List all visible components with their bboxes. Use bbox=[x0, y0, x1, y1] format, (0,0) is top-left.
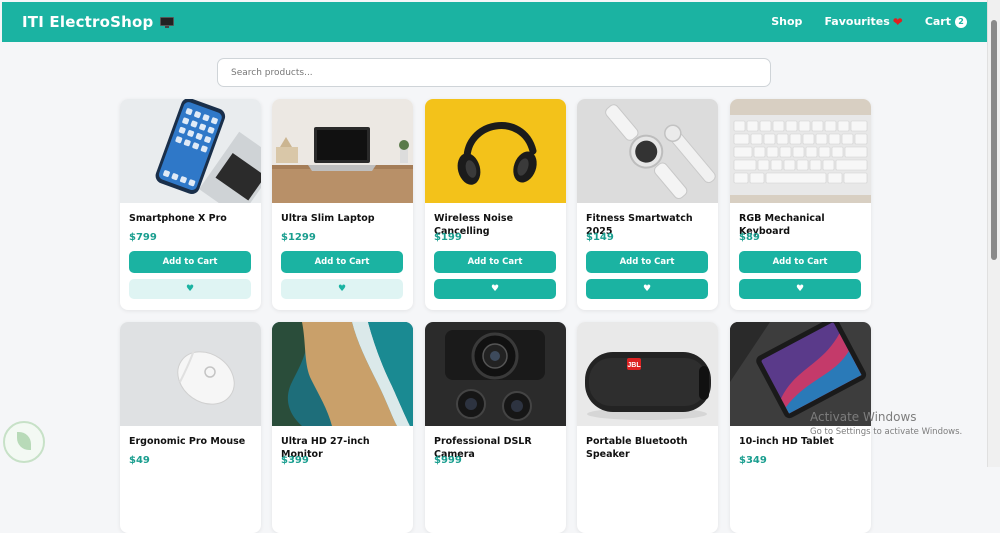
product-price: $999 bbox=[434, 455, 462, 466]
product-image-laptop[interactable] bbox=[272, 99, 413, 203]
product-price: $799 bbox=[129, 232, 157, 243]
add-to-cart-button[interactable]: Add to Cart bbox=[434, 251, 556, 273]
heart-icon: ❤ bbox=[892, 14, 903, 29]
scrollbar-thumb[interactable] bbox=[991, 20, 997, 260]
favourite-button[interactable]: ♥ bbox=[586, 279, 708, 299]
heart-icon: ♥ bbox=[642, 284, 652, 294]
add-to-cart-button[interactable]: Add to Cart bbox=[129, 251, 251, 273]
heart-icon: ♥ bbox=[490, 284, 500, 294]
add-to-cart-button[interactable]: Add to Cart bbox=[739, 251, 861, 273]
watermark-subtitle: Go to Settings to activate Windows. bbox=[810, 427, 963, 437]
product-name: Smartphone X Pro bbox=[129, 213, 227, 224]
search-input[interactable] bbox=[217, 58, 771, 87]
product-card: Ultra Slim Laptop $1299 Add to Cart ♥ bbox=[272, 99, 413, 310]
product-image-camera[interactable] bbox=[425, 322, 566, 426]
watermark-title: Activate Windows bbox=[810, 410, 917, 424]
navbar: ITI ElectroShop Shop Favourites ❤ Cart 2 bbox=[2, 2, 987, 42]
product-card: Smartphone X Pro $799 Add to Cart ♥ bbox=[120, 99, 261, 310]
favourite-button[interactable]: ♥ bbox=[281, 279, 403, 299]
overlay-logo bbox=[3, 421, 45, 463]
add-to-cart-button[interactable]: Add to Cart bbox=[586, 251, 708, 273]
product-name: Ultra Slim Laptop bbox=[281, 213, 375, 224]
nav-shop[interactable]: Shop bbox=[771, 15, 802, 28]
nav-links: Shop Favourites ❤ Cart 2 bbox=[749, 15, 967, 28]
nav-favourites-label[interactable]: Favourites bbox=[824, 15, 889, 28]
product-card: JBL Portable Bluetooth Speaker bbox=[577, 322, 718, 533]
product-card: RGB Mechanical Keyboard $89 Add to Cart … bbox=[730, 99, 871, 310]
product-name: Ergonomic Pro Mouse bbox=[129, 436, 246, 447]
activate-windows-watermark: Activate Windows Go to Settings to activ… bbox=[810, 410, 962, 438]
product-image-headphones[interactable] bbox=[425, 99, 566, 203]
leaf-icon bbox=[17, 432, 31, 450]
product-image-speaker[interactable]: JBL bbox=[577, 322, 718, 426]
heart-icon: ♥ bbox=[185, 284, 195, 294]
product-card: Ultra HD 27-inch Monitor $399 bbox=[272, 322, 413, 533]
product-card: Ergonomic Pro Mouse $49 bbox=[120, 322, 261, 533]
product-name: Portable Bluetooth Speaker bbox=[586, 436, 688, 460]
search-container bbox=[217, 58, 771, 87]
nav-cart[interactable]: Cart 2 bbox=[925, 15, 967, 28]
heart-icon: ♥ bbox=[337, 284, 347, 294]
product-image-smartphone[interactable] bbox=[120, 99, 261, 203]
brand[interactable]: ITI ElectroShop bbox=[22, 13, 175, 31]
product-image-mouse[interactable] bbox=[120, 322, 261, 426]
product-price: $49 bbox=[129, 455, 150, 466]
product-image-monitor[interactable] bbox=[272, 322, 413, 426]
product-price: $199 bbox=[434, 232, 462, 243]
nav-favourites[interactable]: Favourites ❤ bbox=[824, 15, 902, 28]
product-card: Professional DSLR Camera $999 bbox=[425, 322, 566, 533]
add-to-cart-button[interactable]: Add to Cart bbox=[281, 251, 403, 273]
product-price: $349 bbox=[739, 455, 767, 466]
page-scrollbar[interactable] bbox=[987, 0, 1000, 467]
monitor-icon bbox=[160, 16, 175, 28]
product-price: $149 bbox=[586, 232, 614, 243]
brand-title[interactable]: ITI ElectroShop bbox=[22, 13, 153, 31]
product-price: $399 bbox=[281, 455, 309, 466]
nav-cart-label[interactable]: Cart bbox=[925, 15, 951, 28]
product-price: $89 bbox=[739, 232, 760, 243]
favourite-button[interactable]: ♥ bbox=[129, 279, 251, 299]
product-card: Wireless Noise Cancelling $199 Add to Ca… bbox=[425, 99, 566, 310]
svg-text:JBL: JBL bbox=[627, 362, 641, 369]
heart-icon: ♥ bbox=[795, 284, 805, 294]
product-card: Fitness Smartwatch 2025 $149 Add to Cart… bbox=[577, 99, 718, 310]
product-price: $1299 bbox=[281, 232, 316, 243]
favourite-button[interactable]: ♥ bbox=[739, 279, 861, 299]
nav-shop-label[interactable]: Shop bbox=[771, 15, 802, 28]
favourite-button[interactable]: ♥ bbox=[434, 279, 556, 299]
product-image-keyboard[interactable] bbox=[730, 99, 871, 203]
product-image-smartwatch[interactable] bbox=[577, 99, 718, 203]
cart-count-badge: 2 bbox=[955, 15, 967, 28]
